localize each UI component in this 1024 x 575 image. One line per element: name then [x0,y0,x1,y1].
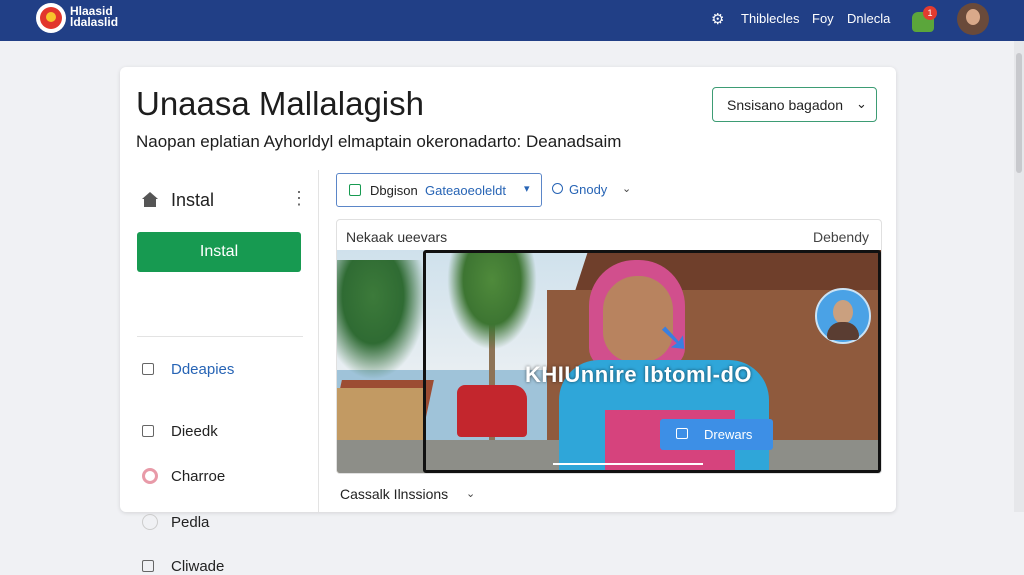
square-icon [142,560,154,572]
sidebar-item-label: Dieedk [171,423,218,440]
sidebar-item-label: Ddeapies [171,361,235,378]
page-description: Naopan eplatian Ayhorldyl elmaptain oker… [136,132,622,151]
media-panel-title: Nekaak ueevars [346,229,448,245]
video-avatar[interactable] [815,288,871,344]
sidebar-item-label: Pedla [171,514,210,531]
sidebar-item-label: Cliwade [171,558,225,575]
palm-tree-image [337,260,427,380]
session-select-label: Snsisano bagadon [727,97,843,113]
sidebar: Instal ⋮ Instal Ddeapies Dieedk Charroe … [120,170,319,575]
main-card: Unaasa Mallalagish Naopan eplatian Ayhor… [120,67,896,575]
settings-icon[interactable]: ⚙ [711,10,724,28]
drewars-button-label: Drewars [704,427,753,442]
toolbar-button-label-2: Gateaoeoleldt [425,183,506,198]
media-panel: Nekaak ueevars Debendy ➘ KHIUnnire lbtom… [336,219,882,474]
nav-link-1[interactable]: Thiblecles [741,11,800,26]
circle-icon [142,514,158,530]
nav-link-3[interactable]: Dnlecla [847,11,890,26]
document-icon [349,184,361,196]
logo-text[interactable]: Hlaasid ldalaslid [70,5,119,29]
caret-down-icon: ▾ [524,183,530,195]
notifications-button[interactable]: 1 [912,6,938,32]
toolbar-button-label-1: Dbgison [370,183,418,198]
chevron-down-icon: ⌄ [622,183,632,195]
video-player[interactable]: ➘ KHIUnnire lbtoml-dO Drewars [337,250,881,473]
user-avatar[interactable] [957,3,989,35]
footer-dropdown[interactable]: Cassalk Ilnssions ⌄ [340,486,475,502]
footer-dropdown-label: Cassalk Ilnssions [340,486,449,502]
gnody-label: Gnody [569,182,608,197]
notification-badge: 1 [923,6,937,20]
page-title: Unaasa Mallalagish [136,85,424,122]
video-caption: KHIUnnire lbtoml-dO [525,362,753,387]
session-select[interactable]: Snsisano bagadon ⌄ [712,87,877,122]
sidebar-divider [137,336,303,337]
chevron-down-icon: ⌄ [856,96,867,111]
top-navbar: Hlaasid ldalaslid ⚙ Thiblecles Foy Dnlec… [0,0,1024,41]
circle-icon [142,468,158,484]
scrollbar-thumb[interactable] [1016,53,1022,173]
sidebar-item-label: Charroe [171,468,226,485]
sidebar-header: Instal [171,190,215,210]
media-panel-action[interactable]: Debendy [813,229,869,245]
square-icon [142,425,154,437]
arrow-icon: ➘ [657,316,691,360]
more-options-icon[interactable]: ⋮ [290,188,308,209]
chevron-down-icon: ⌄ [466,488,476,500]
square-icon [142,363,154,375]
logo-icon[interactable] [36,3,66,33]
page-scrollbar[interactable] [1014,41,1024,512]
globe-icon [552,183,563,194]
video-progress-bar[interactable] [553,463,703,465]
drewars-button[interactable]: Drewars [660,419,773,450]
nav-link-2[interactable]: Foy [812,11,834,26]
image-icon [676,428,688,439]
install-button[interactable]: Instal [137,232,301,272]
gateway-dropdown-button[interactable]: Dbgison Gateaoeoleldt ▾ [336,173,542,207]
logo-line-2: ldalaslid [70,15,119,29]
home-icon [142,192,158,207]
